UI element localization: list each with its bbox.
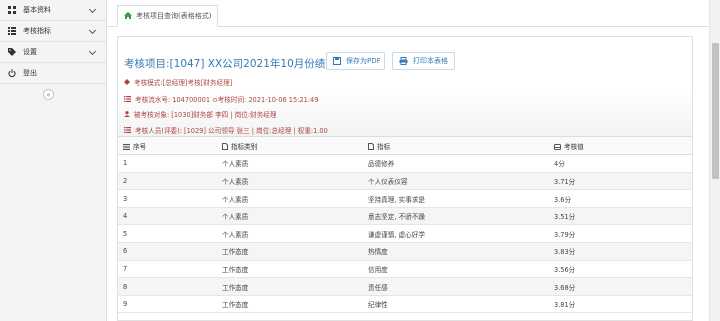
column-header-score[interactable]: 考核值	[549, 137, 692, 156]
column-header-metric[interactable]: 指标	[363, 137, 549, 156]
column-header-category[interactable]: 指标类别	[217, 137, 363, 156]
chevron-down-icon	[88, 5, 97, 14]
save-pdf-label: 保存为PDF	[346, 57, 381, 65]
panel-header: 考核项目:[1047] XX公司2021年10月份绩效考核 保存为PDF 打印本…	[118, 37, 692, 137]
list-icon	[7, 27, 16, 36]
assessor-line: 考核人员(评委): [1029] 公司领导 张三 | 岗位:总经理 | 权重:1…	[124, 125, 328, 135]
save-pdf-button[interactable]: 保存为PDF	[326, 52, 385, 70]
table-row: 8 工作态度 责任感 3.68分	[118, 277, 692, 296]
scrollbar-thumb[interactable]	[712, 43, 719, 179]
list-icon	[124, 127, 131, 133]
table-row: 4 个人素质 意志坚定, 不骄不躁 3.51分	[118, 207, 692, 226]
chevron-down-icon	[88, 26, 97, 35]
list-icon	[123, 143, 130, 150]
floppy-icon	[333, 57, 341, 65]
serial-time-text: 考核流水号: 104700001 ⊙考核时间: 2021-10-06 15:21…	[135, 96, 319, 104]
sidebar-item-metrics[interactable]: 考核指标	[0, 21, 106, 42]
table-row: 2 个人素质 个人仪表仪容 3.71分	[118, 172, 692, 191]
print-button[interactable]: 打印本表格	[392, 52, 455, 70]
diamond-icon	[124, 79, 130, 85]
sidebar-item-label: 登出	[23, 69, 37, 77]
page-title: 考核项目:[1047] XX公司2021年10月份绩效考核	[124, 58, 357, 70]
file-icon	[222, 143, 228, 151]
table-row: 9 工作态度 纪律性 3.81分	[118, 295, 692, 314]
vertical-scrollbar[interactable]	[709, 0, 720, 321]
sidebar: 基本资料 考核指标 设置 登出 «	[0, 0, 107, 321]
grid-icon	[7, 6, 16, 15]
list-icon	[124, 96, 131, 102]
sidebar-item-logout[interactable]: 登出	[0, 63, 106, 84]
printer-icon	[399, 57, 408, 65]
table-row: 7 工作态度 信用度 3.56分	[118, 260, 692, 279]
assessee-line: 被考核对象: [1030]财务部 李四 | 岗位:财务经理	[124, 109, 276, 119]
home-icon	[124, 11, 132, 21]
assessment-mode-line: 考核模式:[总经理]考核[财务经理]	[124, 77, 232, 87]
tab-assessment-table[interactable]: 考核项目查询(表格格式)	[117, 5, 219, 27]
table-row: 6 工作态度 热情度 3.83分	[118, 242, 692, 261]
assessment-table: 序号 指标类别 指标 考核值 1 个人素质 品德修养 4分 2 个人素质 个人仪表仪容 3.…	[118, 137, 692, 314]
column-header-index[interactable]: 序号	[118, 137, 217, 156]
assessor-text: 考核人员(评委): [1029] 公司领导 张三 | 岗位:总经理 | 权重:1…	[135, 127, 328, 135]
serial-time-line: 考核流水号: 104700001 ⊙考核时间: 2021-10-06 15:21…	[124, 94, 318, 104]
tab-bar: 考核项目查询(表格格式)	[107, 0, 709, 27]
chevron-down-icon	[88, 47, 97, 56]
file-icon	[368, 143, 374, 151]
sidebar-item-label: 基本资料	[23, 6, 51, 14]
table-row: 5 个人素质 谦虚谨慎, 虚心好学 3.79分	[118, 224, 692, 244]
sidebar-item-label: 设置	[23, 48, 37, 56]
double-chevron-left-icon: «	[46, 90, 51, 99]
table-row: 3 个人素质 坚持真理, 实事求是 3.6分	[118, 189, 692, 208]
assessment-mode-text: 考核模式:[总经理]考核[财务经理]	[134, 79, 233, 87]
user-icon	[124, 111, 130, 117]
table-row: 1 个人素质 品德修养 4分	[118, 154, 692, 173]
sidebar-collapse-button[interactable]: «	[43, 89, 54, 100]
assessment-panel: 考核项目:[1047] XX公司2021年10月份绩效考核 保存为PDF 打印本…	[117, 36, 693, 321]
sidebar-item-settings[interactable]: 设置	[0, 42, 106, 63]
print-label: 打印本表格	[413, 57, 448, 65]
power-icon	[7, 69, 16, 78]
assessee-text: 被考核对象: [1030]财务部 李四 | 岗位:财务经理	[134, 111, 277, 119]
sidebar-item-label: 考核指标	[23, 27, 51, 35]
tag-icon	[7, 48, 16, 57]
tab-label: 考核项目查询(表格格式)	[136, 12, 212, 20]
drive-icon	[554, 143, 561, 150]
sidebar-item-basic-info[interactable]: 基本资料	[0, 0, 106, 21]
table-header-row: 序号 指标类别 指标 考核值	[118, 137, 692, 156]
